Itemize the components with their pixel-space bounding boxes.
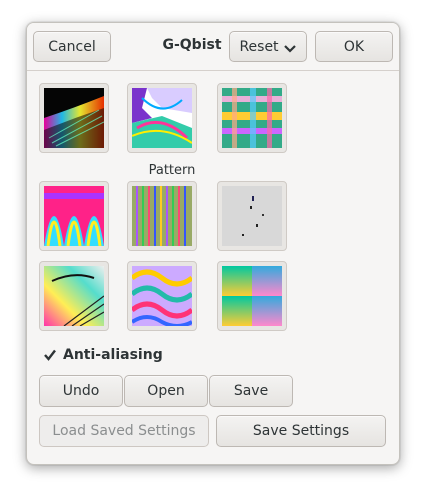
reset-label: Reset <box>239 38 279 55</box>
antialiasing-label: Anti-aliasing <box>63 347 163 363</box>
reset-button[interactable]: Reset <box>229 31 307 62</box>
pattern-image-7 <box>44 266 104 326</box>
antialiasing-checkbox[interactable]: Anti-aliasing <box>43 347 163 363</box>
chevron-down-icon <box>283 42 297 53</box>
pattern-thumbnail-7[interactable] <box>39 261 109 331</box>
pattern-thumbnail-8[interactable] <box>127 261 197 331</box>
load-saved-settings-button[interactable]: Load Saved Settings <box>39 415 209 447</box>
pattern-image-5 <box>132 186 192 246</box>
pattern-thumbnail-9[interactable] <box>217 261 287 331</box>
dialog-title: G-Qbist <box>162 37 222 53</box>
ok-button[interactable]: OK <box>315 31 393 62</box>
pattern-thumbnail-3[interactable] <box>217 83 287 153</box>
pattern-label: Pattern <box>148 163 196 178</box>
pattern-image-2 <box>132 88 192 148</box>
header-bar: Cancel G-Qbist Reset OK <box>27 23 399 71</box>
pattern-image-9 <box>222 266 282 326</box>
pattern-thumbnail-1[interactable] <box>39 83 109 153</box>
save-settings-button[interactable]: Save Settings <box>216 415 386 447</box>
pattern-image-8 <box>132 266 192 326</box>
pattern-image-3 <box>222 88 282 148</box>
pattern-thumbnail-6[interactable] <box>217 181 287 251</box>
open-button[interactable]: Open <box>124 375 208 407</box>
undo-button[interactable]: Undo <box>39 375 123 407</box>
pattern-thumbnail-2[interactable] <box>127 83 197 153</box>
checkmark-icon <box>43 348 57 362</box>
cancel-button[interactable]: Cancel <box>33 31 111 62</box>
pattern-image-6 <box>222 186 282 246</box>
save-button[interactable]: Save <box>209 375 293 407</box>
gqbist-dialog: Cancel G-Qbist Reset OK Pattern Anti-ali… <box>26 22 400 465</box>
pattern-thumbnail-5[interactable] <box>127 181 197 251</box>
pattern-image-4 <box>44 186 104 246</box>
pattern-image-1 <box>44 88 104 148</box>
pattern-thumbnail-4[interactable] <box>39 181 109 251</box>
